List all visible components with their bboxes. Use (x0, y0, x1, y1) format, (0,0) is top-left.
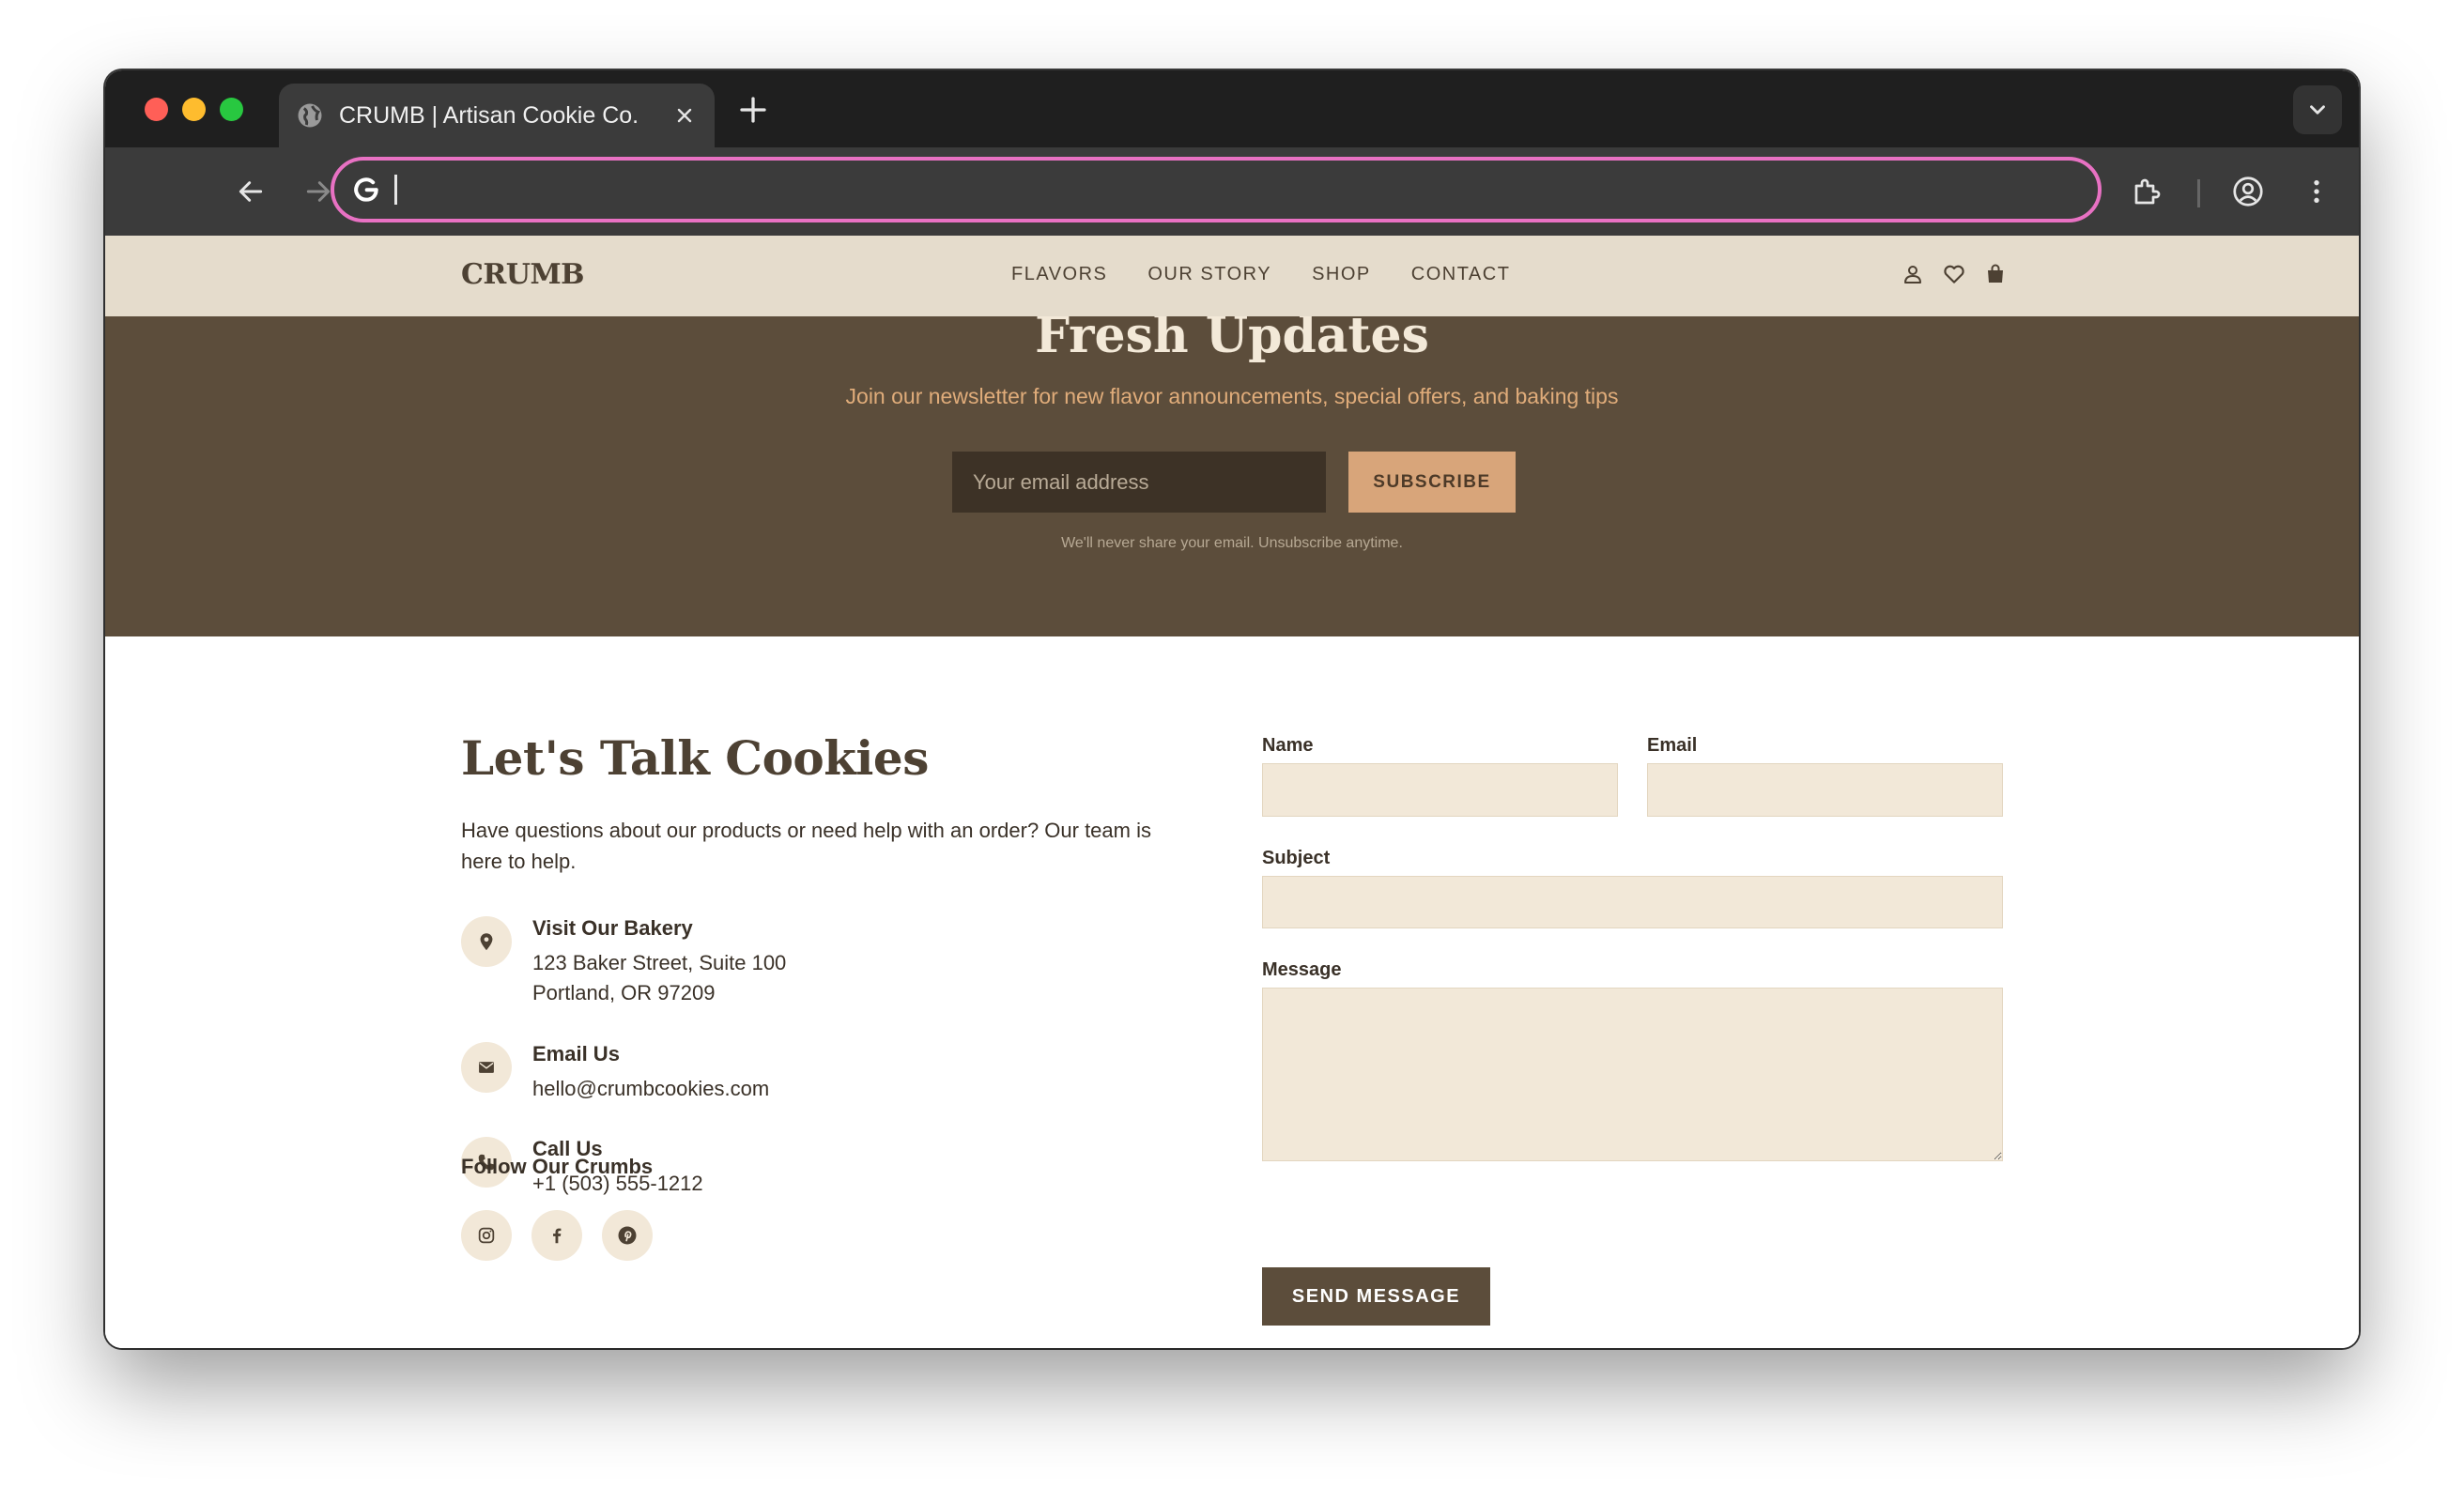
send-message-button[interactable]: SEND MESSAGE (1262, 1267, 1490, 1326)
email-label: Email (1647, 735, 1698, 756)
profile-button[interactable] (2229, 173, 2267, 210)
newsletter-email-input[interactable] (952, 452, 1326, 513)
site-logo[interactable]: CRUMB (461, 258, 585, 291)
pinterest-icon[interactable] (602, 1210, 653, 1261)
nav-flavors[interactable]: FLAVORS (1011, 264, 1107, 285)
contact-email-link[interactable]: hello@crumbcookies.com (532, 1077, 769, 1101)
arrow-left-icon (239, 181, 263, 202)
globe-icon (298, 103, 322, 128)
toolbar-divider (2197, 179, 2200, 207)
contact-section: Let's Talk Cookies Have questions about … (105, 636, 2359, 1348)
address-input[interactable] (394, 175, 2098, 205)
subscribe-button[interactable]: SUBSCRIBE (1348, 452, 1516, 513)
envelope-icon (461, 1042, 512, 1093)
newsletter-section: Fresh Updates Join our newsletter for ne… (105, 307, 2359, 636)
nav-shop[interactable]: SHOP (1312, 264, 1371, 285)
chevron-down-icon (2310, 105, 2325, 115)
minimize-window-button[interactable] (182, 98, 206, 121)
contact-title: Let's Talk Cookies (461, 730, 929, 786)
facebook-icon[interactable] (531, 1210, 582, 1261)
newsletter-form: SUBSCRIBE (952, 452, 1516, 513)
address-bar[interactable] (331, 157, 2102, 222)
tab-search-button[interactable] (2293, 85, 2342, 134)
contact-item-title: Email Us (532, 1042, 620, 1065)
page-viewport: CRUMB FLAVORS OUR STORY SHOP CONTACT Fre… (105, 236, 2359, 1348)
new-tab-icon[interactable] (736, 93, 770, 127)
kebab-menu-icon (2314, 180, 2319, 203)
follow-title: Follow Our Crumbs (461, 1155, 654, 1178)
subject-label: Subject (1262, 848, 1331, 868)
account-circle-icon (2233, 176, 2263, 207)
social-links (461, 1210, 653, 1261)
browser-toolbar (105, 147, 2359, 236)
shopping-bag-icon[interactable] (1981, 259, 2010, 289)
puzzle-icon (2134, 178, 2161, 205)
nav-our-story[interactable]: OUR STORY (1147, 264, 1271, 285)
header-icons (1899, 259, 2010, 289)
tab-bar: CRUMB | Artisan Cookie Co. (105, 70, 2359, 147)
user-icon[interactable] (1899, 259, 1927, 289)
maximize-window-button[interactable] (220, 98, 243, 121)
heart-icon[interactable] (1940, 259, 1968, 289)
tab-active[interactable]: CRUMB | Artisan Cookie Co. (279, 84, 715, 147)
extensions-button[interactable] (2129, 173, 2166, 210)
site-header: CRUMB FLAVORS OUR STORY SHOP CONTACT (105, 236, 2359, 316)
subject-input[interactable] (1262, 876, 2003, 928)
close-tab-icon[interactable] (673, 104, 696, 127)
email-input[interactable] (1647, 763, 2003, 817)
back-button[interactable] (232, 173, 270, 210)
nav-contact[interactable]: CONTACT (1411, 264, 1511, 285)
name-label: Name (1262, 735, 1314, 756)
message-textarea[interactable] (1262, 988, 2003, 1161)
browser-window: CRUMB | Artisan Cookie Co. CRUMB FLAVORS… (105, 70, 2359, 1348)
map-pin-icon (461, 916, 512, 967)
close-window-button[interactable] (145, 98, 168, 121)
newsletter-subtitle: Join our newsletter for new flavor annou… (845, 384, 1619, 408)
newsletter-note: We'll never share your email. Unsubscrib… (1061, 535, 1403, 551)
name-input[interactable] (1262, 763, 1618, 817)
main-nav: FLAVORS OUR STORY SHOP CONTACT (1011, 264, 1550, 285)
google-icon (354, 177, 378, 202)
contact-address-line-1: 123 Baker Street, Suite 100 (532, 951, 787, 974)
tab-title: CRUMB | Artisan Cookie Co. (339, 101, 639, 129)
contact-item-title: Visit Our Bakery (532, 916, 693, 940)
browser-menu-button[interactable] (2298, 173, 2335, 210)
contact-description: Have questions about our products or nee… (461, 819, 1151, 873)
arrow-right-icon (306, 181, 331, 202)
contact-address-line-2: Portland, OR 97209 (532, 981, 716, 1004)
message-label: Message (1262, 959, 1342, 980)
instagram-icon[interactable] (461, 1210, 512, 1261)
